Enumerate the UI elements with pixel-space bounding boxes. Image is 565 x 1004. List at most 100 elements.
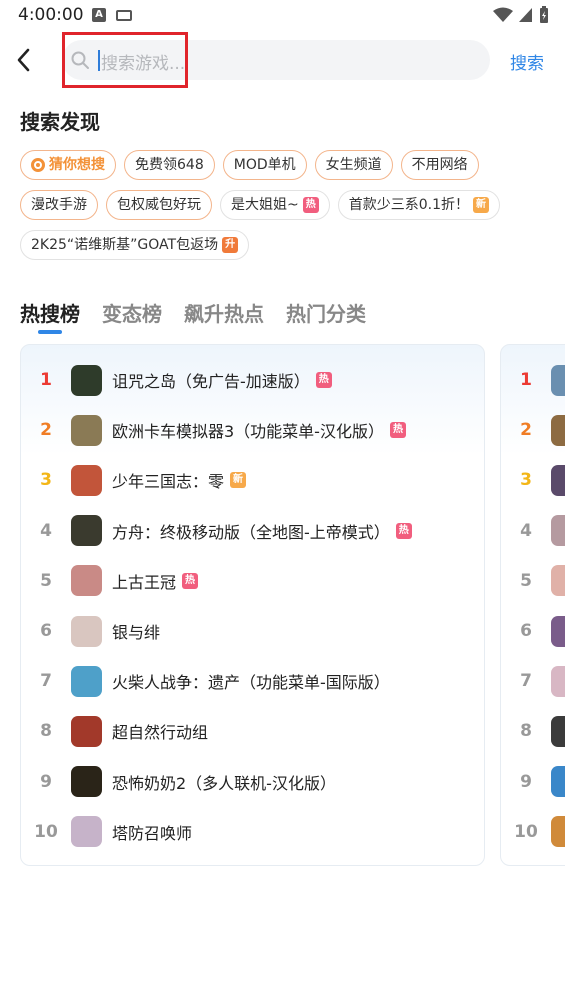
game-name: 方舟：终极移动版（全地图-上帝模式） [112, 522, 390, 542]
new-badge: 新 [230, 472, 247, 489]
game-name: 银与绯 [112, 623, 161, 642]
tag-item[interactable]: MOD单机 [222, 150, 307, 180]
discover-tags: 猜你想搜 免费领648 MOD单机 女生频道 不用网络 漫改手游 包权威包好玩 … [20, 150, 550, 270]
game-icon [551, 615, 565, 647]
tag-item[interactable]: 2K25“诺维斯基”GOAT包返场 升 [20, 230, 250, 260]
tag-item[interactable]: 不用网络 [400, 150, 479, 180]
ranking-item: 8 [501, 706, 565, 756]
ranking-item[interactable]: 2 欧洲卡车模拟器3（功能菜单-汉化版） 热 [21, 405, 486, 455]
game-icon [551, 515, 565, 547]
game-name: 恐怖奶奶2（多人联机-汉化版） [112, 773, 336, 793]
tag-guess[interactable]: 猜你想搜 [20, 150, 116, 180]
tag-label: 首款少三系0.1折！ [348, 197, 469, 213]
hot-badge: 热 [302, 197, 319, 213]
search-discover-title: 搜索发现 [20, 110, 100, 134]
hot-search-list: 1 诅咒之岛（免广告-加速版） 热 2 欧洲卡车模拟器3（功能菜单-汉化版） 热 3 少年三国… [20, 344, 485, 866]
tag-label: 是大姐姐~ [231, 197, 299, 213]
rank-number: 2 [40, 420, 52, 441]
rank-number: 9 [520, 771, 532, 792]
game-icon [551, 665, 565, 697]
game-icon [71, 565, 102, 597]
tag-label: 2K25“诺维斯基”GOAT包返场 [31, 237, 219, 253]
game-name: 超自然行动组 [112, 723, 209, 743]
tag-label: 不用网络 [411, 157, 468, 173]
hot-badge: 热 [315, 372, 332, 388]
game-icon [551, 565, 565, 597]
tag-label: 猜你想搜 [49, 157, 105, 173]
rank-number: 5 [520, 570, 532, 591]
game-icon [71, 464, 102, 496]
game-name: 诅咒之岛（免广告-加速版） [112, 372, 310, 391]
tag-label: 女生频道 [325, 157, 382, 173]
cellular-signal-icon [519, 8, 532, 22]
battery-icon [540, 6, 548, 23]
ranking-item: 7 [501, 656, 565, 706]
ranking-item[interactable]: 3 少年三国志：零新 [21, 455, 486, 505]
rank-number: 5 [40, 570, 52, 591]
back-button[interactable] [10, 44, 40, 76]
rank-number: 4 [520, 520, 532, 541]
tag-item[interactable]: 免费领648 [124, 150, 215, 180]
status-time: 4:00:00 [18, 5, 84, 25]
rank-number: 9 [40, 771, 52, 792]
rank-tabs: 热搜榜 变态榜 飙升热点 热门分类 [20, 298, 366, 334]
game-icon [71, 364, 102, 396]
rank-number: 8 [40, 721, 52, 742]
ranking-item: 10 [501, 807, 565, 857]
tag-item[interactable]: 漫改手游 [20, 190, 98, 220]
game-icon [71, 816, 102, 848]
game-name: 上古王冠 [112, 572, 177, 592]
game-name: 塔防召唤师 [112, 823, 193, 843]
wifi-icon [493, 7, 513, 22]
tag-label: 免费领648 [135, 157, 204, 173]
tab-rising[interactable]: 飙升热点 [184, 298, 264, 327]
game-icon [551, 715, 565, 747]
game-icon [551, 816, 565, 848]
search-button[interactable]: 搜索 [510, 49, 544, 74]
ranking-item: 5 [501, 556, 565, 606]
tab-modded[interactable]: 变态榜 [102, 298, 162, 327]
tag-item[interactable]: 包权威包好玩 [106, 190, 212, 220]
rank-number: 3 [520, 470, 532, 491]
rank-number: 6 [40, 621, 52, 641]
ranking-item[interactable]: 9 恐怖奶奶2（多人联机-汉化版） [21, 757, 486, 807]
game-icon [551, 414, 565, 446]
ranking-item[interactable]: 4 方舟：终极移动版（全地图-上帝模式） 热 [21, 506, 486, 556]
ranking-item[interactable]: 5 上古王冠热 [21, 556, 486, 606]
rank-number: 3 [40, 470, 52, 491]
rank-number: 7 [40, 671, 52, 692]
search-header: 搜索游戏... 搜索 [0, 30, 565, 90]
target-icon [31, 158, 45, 172]
game-name: 欧洲卡车模拟器3（功能菜单-汉化版） [112, 422, 384, 442]
tag-label: 漫改手游 [31, 197, 87, 213]
rank-number: 6 [520, 621, 532, 641]
ranking-item: 3 [501, 455, 565, 505]
rank-number: 10 [514, 821, 538, 842]
back-arrow-icon [17, 48, 30, 72]
ranking-item: 6 [501, 606, 565, 656]
status-bar: 4:00:00 A [0, 0, 565, 30]
game-icon [551, 364, 565, 396]
game-name: 少年三国志：零 [112, 472, 225, 492]
hot-badge: 热 [395, 522, 412, 539]
ranking-item: 2 [501, 405, 565, 455]
game-name: 火柴人战争：遗产（功能菜单-国际版） [112, 673, 390, 693]
ranking-item[interactable]: 10 塔防召唤师 [21, 807, 486, 857]
ranking-item[interactable]: 6 银与绯 [21, 606, 486, 656]
notification-a-icon: A [92, 8, 106, 22]
new-badge: 新 [473, 197, 489, 213]
ranking-item[interactable]: 8 超自然行动组 [21, 706, 486, 756]
game-icon [71, 665, 102, 697]
tag-item[interactable]: 首款少三系0.1折！ 新 [337, 190, 500, 220]
tag-item[interactable]: 女生频道 [314, 150, 393, 180]
game-icon [71, 414, 102, 446]
tag-item[interactable]: 是大姐姐~ 热 [220, 190, 330, 220]
status-system-icons [493, 6, 549, 24]
tab-hot-search[interactable]: 热搜榜 [20, 298, 80, 334]
game-icon [71, 766, 102, 798]
ranking-item[interactable]: 1 诅咒之岛（免广告-加速版） 热 [21, 355, 486, 405]
game-icon [551, 464, 565, 496]
next-ranking-card[interactable]: 1 2 3 4 5 6 7 8 9 10 [500, 344, 565, 866]
tab-categories[interactable]: 热门分类 [286, 298, 366, 327]
ranking-item[interactable]: 7 火柴人战争：遗产（功能菜单-国际版） [21, 656, 486, 706]
